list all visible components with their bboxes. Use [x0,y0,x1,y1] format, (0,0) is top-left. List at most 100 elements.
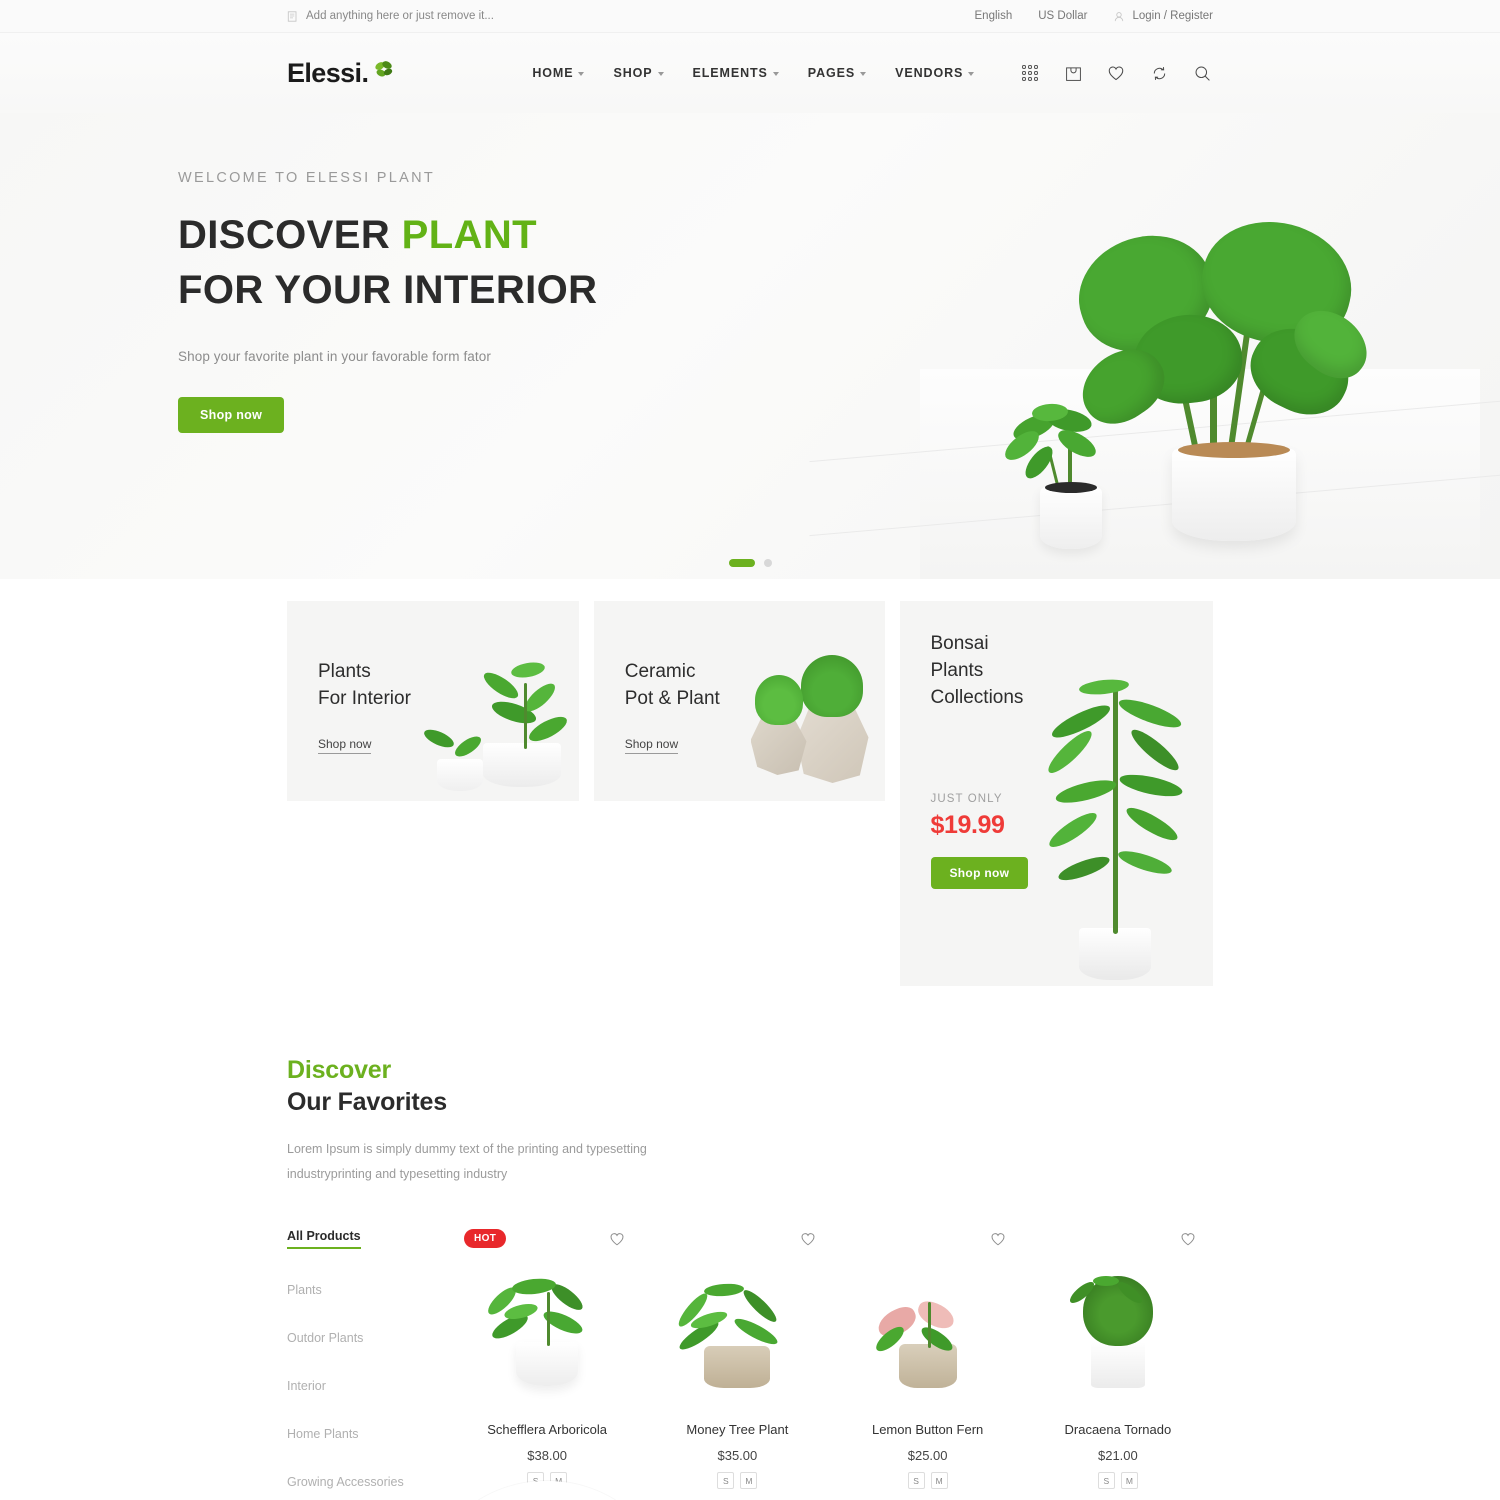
chevron-down-icon [860,72,867,76]
promo-banner-row: Plants For Interior Shop now Ceramic Pot… [0,601,1500,986]
size-option-m[interactable]: M [740,1472,758,1489]
promo-1-shop-now-link[interactable]: Shop now [318,737,372,754]
product-card[interactable]: Money Tree Plant $35.00 S M [642,1219,832,1489]
chevron-down-icon [657,72,664,76]
product-name: Money Tree Plant [686,1422,789,1437]
nav-label-elements: ELEMENTS [692,66,768,80]
wishlist-heart-icon[interactable] [608,1230,626,1248]
product-shop-area: All Products Plants Outdor Plants Interi… [0,1219,1500,1500]
wishlist-heart-icon[interactable] [989,1230,1007,1248]
nav-item-vendors[interactable]: VENDORS [895,66,975,80]
size-option-m[interactable]: M [1120,1472,1138,1489]
main-navigation: HOME SHOP ELEMENTS PAGES VENDORS [532,66,975,80]
nav-label-vendors: VENDORS [895,66,964,80]
hero-pot-small [1040,482,1102,549]
topbar-notice: Add anything here or just remove it... [287,10,494,23]
hero-title: DISCOVER PLANT FOR YOUR INTERIOR [178,208,818,318]
topbar-notice-text: Add anything here or just remove it... [306,10,494,22]
language-selector[interactable]: English [975,10,1013,22]
hero-title-line1: DISCOVER [178,213,402,257]
nav-item-home[interactable]: HOME [532,66,585,80]
category-interior[interactable]: Interior [287,1379,326,1393]
category-all-products[interactable]: All Products [287,1229,361,1249]
header-icon-bar [1019,62,1213,84]
grid-menu-icon[interactable] [1019,62,1041,84]
promo-card-ceramic-pot-plant[interactable]: Ceramic Pot & Plant Shop now [593,601,885,801]
hero-subtitle: Shop your favorite plant in your favorab… [178,348,491,364]
category-plants[interactable]: Plants [287,1283,322,1297]
chevron-down-icon [968,72,975,76]
product-image [841,1229,1015,1404]
size-option-s[interactable]: S [907,1472,925,1489]
category-growing-accessories[interactable]: Growing Accessories [287,1475,404,1489]
product-price: $25.00 [907,1448,948,1463]
discover-heading-dark: Our Favorites [287,1088,447,1116]
nav-label-shop: SHOP [613,66,653,80]
hero-title-line2: FOR YOUR INTERIOR [178,267,598,312]
login-register-link[interactable]: Login / Register [1113,10,1213,23]
bigpromo-shop-now-button[interactable]: Shop now [930,856,1029,889]
top-bar: Add anything here or just remove it... E… [0,0,1500,33]
hero-slider: WELCOME TO ELESSI PLANT DISCOVER PLANT F… [0,113,1500,579]
product-size-options: S M [650,1472,824,1489]
logo[interactable]: Elessi. [287,58,395,89]
bigpromo-image [1021,660,1213,980]
product-size-options: S M [1031,1472,1205,1489]
chevron-down-icon [772,72,779,76]
promo-2-image [700,606,885,801]
logo-text: Elessi. [287,57,369,88]
promo-card-plants-for-interior[interactable]: Plants For Interior Shop now [287,601,579,801]
hero-eyebrow: WELCOME TO ELESSI PLANT [178,170,436,186]
product-image [1031,1229,1205,1404]
promo-1-image [394,606,579,801]
hero-illustration [920,149,1480,579]
size-option-s[interactable]: S [1097,1472,1115,1489]
product-card[interactable]: Dracaena Tornado $21.00 S M [1023,1219,1213,1489]
nav-item-pages[interactable]: PAGES [807,66,867,80]
hero-pot-large [1172,442,1296,541]
product-name: Dracaena Tornado [1064,1422,1172,1437]
product-badges: HOT [464,1229,507,1248]
discover-section: Discover Our Favorites Lorem Ipsum is si… [0,1056,1500,1187]
product-price: $35.00 [717,1448,758,1463]
newspaper-icon [287,10,299,23]
product-image [650,1229,824,1404]
page-root: Add anything here or just remove it... E… [0,0,1500,1500]
clover-leaf-icon [371,58,395,82]
search-icon[interactable] [1191,62,1213,84]
product-card[interactable]: HOT Schefflera Arboricola $38.00 M [452,1219,642,1489]
product-name: Lemon Button Fern [871,1422,984,1437]
size-option-s[interactable]: S [717,1472,735,1489]
bigpromo-title-line1: Bonsai [930,633,989,654]
slider-dot-2[interactable] [763,559,772,567]
category-home-plants[interactable]: Home Plants [287,1427,359,1441]
wishlist-heart-icon[interactable] [1105,62,1127,84]
nav-label-home: HOME [532,66,574,80]
badge-hot: HOT [464,1229,507,1248]
currency-selector[interactable]: US Dollar [1038,10,1087,22]
discover-heading-green: Discover [287,1056,392,1084]
hero-shop-now-button[interactable]: Shop now [178,396,285,433]
discover-paragraph: Lorem Ipsum is simply dummy text of the … [287,1142,647,1181]
hero-copy: WELCOME TO ELESSI PLANT DISCOVER PLANT F… [178,170,818,433]
chevron-down-icon [578,72,585,76]
category-filter-list: All Products Plants Outdor Plants Interi… [287,1219,452,1500]
product-price: $21.00 [1097,1448,1138,1463]
hero-slider-pagination [0,559,1500,567]
user-icon [1113,10,1125,23]
promo-2-shop-now-link[interactable]: Shop now [624,737,679,754]
category-outdor-plants[interactable]: Outdor Plants [287,1331,363,1345]
promo-card-bonsai-collections[interactable]: Bonsai Plants Collections JUST ONLY $19.… [899,601,1213,986]
size-option-m[interactable]: M [930,1472,948,1489]
wishlist-heart-icon[interactable] [799,1230,817,1248]
product-grid: HOT Schefflera Arboricola $38.00 M Money… [417,1219,1213,1500]
nav-item-shop[interactable]: SHOP [613,66,664,80]
slider-dot-1[interactable] [728,559,755,567]
shopping-bag-icon[interactable] [1062,62,1084,84]
compare-refresh-icon[interactable] [1148,62,1170,84]
product-price: $38.00 [527,1448,567,1463]
wishlist-heart-icon[interactable] [1179,1230,1197,1248]
nav-item-elements[interactable]: ELEMENTS [693,66,779,80]
nav-label-pages: PAGES [807,66,856,80]
product-card[interactable]: Lemon Button Fern $25.00 S M [833,1219,1023,1489]
